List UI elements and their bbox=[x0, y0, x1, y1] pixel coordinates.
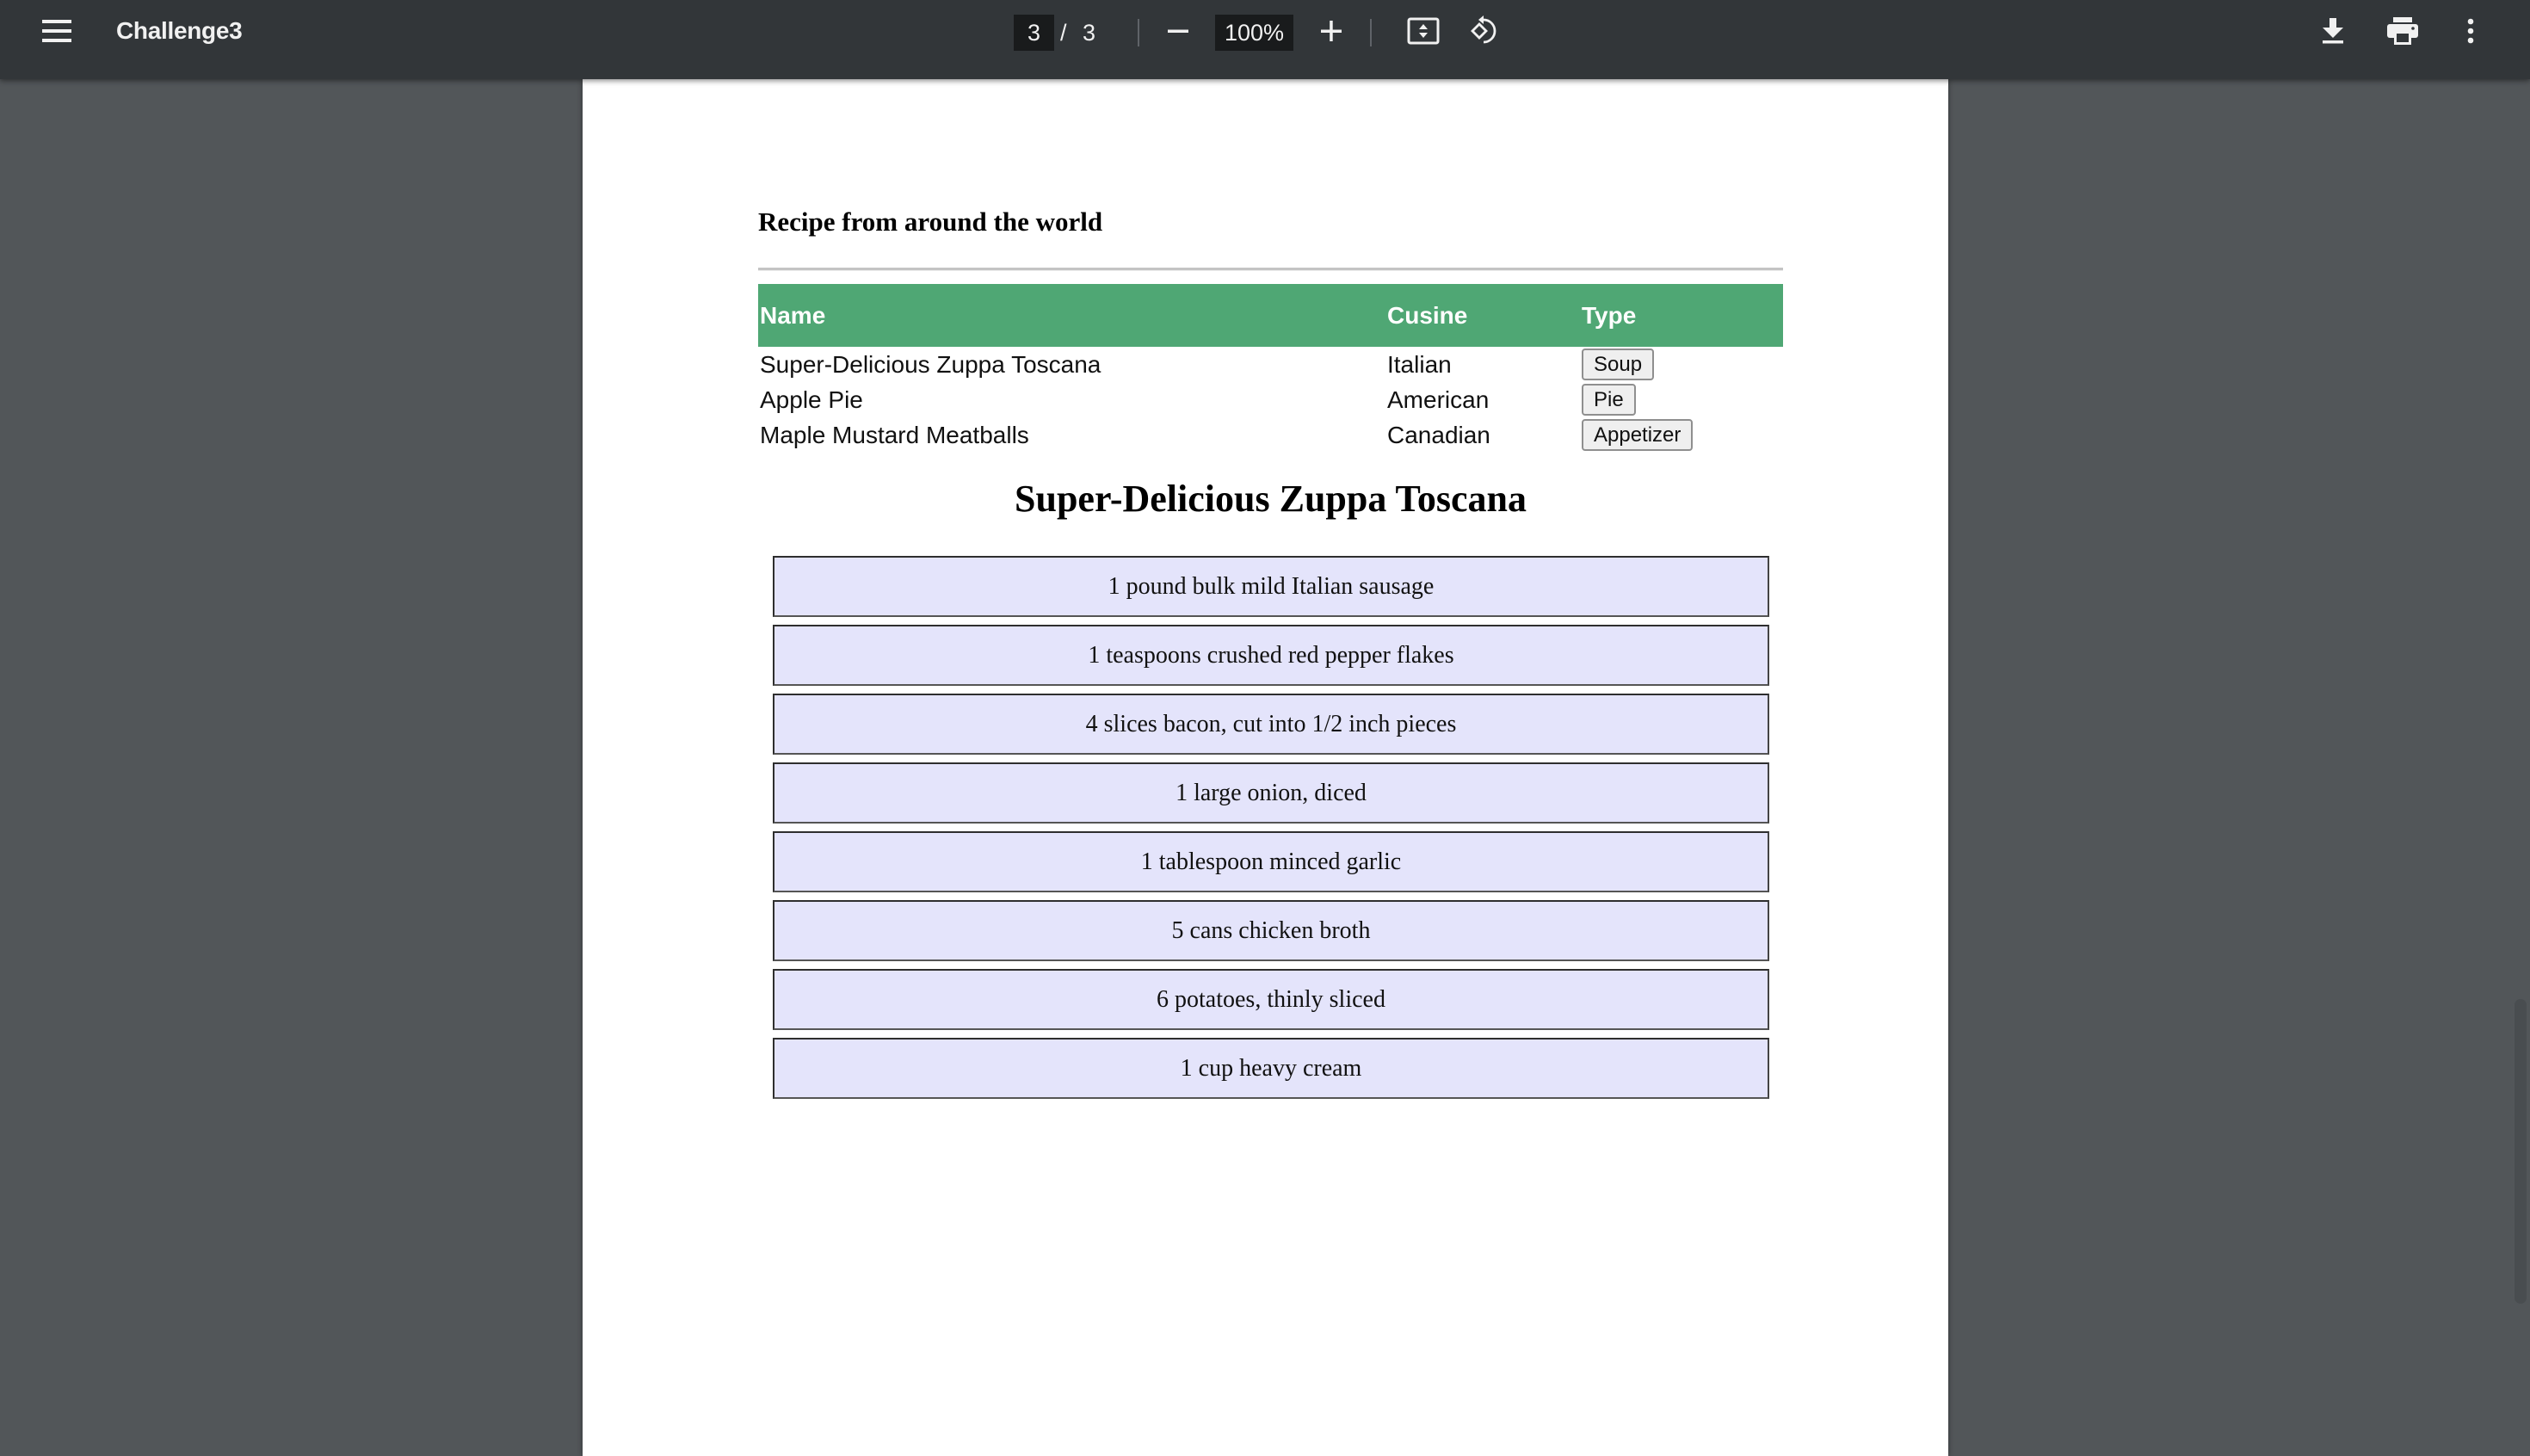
ingredient-item: 1 pound bulk mild Italian sausage bbox=[773, 556, 1769, 617]
zoom-in-button[interactable] bbox=[1307, 7, 1355, 55]
page-number-input[interactable] bbox=[1014, 15, 1054, 51]
table-row: Apple Pie American Pie bbox=[758, 382, 1783, 417]
rotate-button[interactable] bbox=[1460, 7, 1509, 55]
toolbar-divider bbox=[1370, 19, 1372, 46]
rotate-counterclockwise-icon bbox=[1471, 15, 1496, 44]
zoom-out-button[interactable] bbox=[1154, 7, 1202, 55]
minus-icon bbox=[1168, 29, 1188, 33]
download-button[interactable] bbox=[2309, 7, 2357, 55]
download-icon bbox=[2323, 18, 2343, 44]
recipe-title: Super-Delicious Zuppa Toscana bbox=[1015, 478, 1527, 520]
table-row: Super-Delicious Zuppa Toscana Italian So… bbox=[758, 347, 1783, 382]
ingredients-list: 1 pound bulk mild Italian sausage 1 teas… bbox=[773, 556, 1769, 1107]
hamburger-menu-icon bbox=[42, 20, 71, 42]
table-row: Maple Mustard Meatballs Canadian Appetiz… bbox=[758, 417, 1783, 453]
section-title: Recipe from around the world bbox=[758, 207, 1103, 237]
document-title: Challenge3 bbox=[116, 17, 243, 44]
zoom-level-input[interactable] bbox=[1215, 15, 1293, 51]
ingredient-item: 1 teaspoons crushed red pepper flakes bbox=[773, 625, 1769, 686]
type-cell: Pie bbox=[1580, 382, 1783, 417]
recipe-name-cell: Super-Delicious Zuppa Toscana bbox=[760, 350, 1101, 378]
horizontal-rule bbox=[758, 268, 1783, 271]
cuisine-cell: Canadian bbox=[1387, 421, 1490, 448]
ingredient-item: 1 cup heavy cream bbox=[773, 1038, 1769, 1099]
cuisine-cell: Italian bbox=[1387, 350, 1452, 378]
print-icon bbox=[2387, 17, 2418, 45]
cuisine-cell: American bbox=[1387, 386, 1490, 413]
column-header-cuisine: Cusine bbox=[1385, 284, 1580, 347]
toolbar-divider bbox=[1138, 19, 1139, 46]
fit-to-page-button[interactable] bbox=[1399, 7, 1447, 55]
pdf-page: Recipe from around the world Name Cusine… bbox=[583, 79, 1948, 1456]
recipe-name-cell: Apple Pie bbox=[760, 386, 863, 413]
ingredient-item: 6 potatoes, thinly sliced bbox=[773, 969, 1769, 1030]
fit-to-page-icon bbox=[1407, 17, 1440, 45]
menu-button[interactable] bbox=[33, 7, 81, 55]
column-header-name: Name bbox=[758, 284, 1385, 347]
column-header-type: Type bbox=[1580, 284, 1783, 347]
ingredient-item: 4 slices bacon, cut into 1/2 inch pieces bbox=[773, 694, 1769, 755]
type-button-soup[interactable]: Soup bbox=[1582, 349, 1655, 380]
recipe-name-cell: Maple Mustard Meatballs bbox=[760, 421, 1029, 448]
ingredient-item: 1 tablespoon minced garlic bbox=[773, 831, 1769, 892]
more-options-button[interactable] bbox=[2447, 7, 2495, 55]
plus-icon bbox=[1321, 21, 1342, 41]
type-cell: Appetizer bbox=[1580, 417, 1783, 453]
page-separator: / bbox=[1060, 20, 1067, 46]
type-button-pie[interactable]: Pie bbox=[1582, 384, 1636, 416]
type-button-appetizer[interactable]: Appetizer bbox=[1582, 419, 1694, 451]
ingredient-item: 5 cans chicken broth bbox=[773, 900, 1769, 961]
print-button[interactable] bbox=[2379, 7, 2427, 55]
more-vertical-icon bbox=[2467, 18, 2474, 44]
recipes-table: Name Cusine Type Super-Delicious Zuppa T… bbox=[758, 284, 1783, 453]
page-total: 3 bbox=[1083, 20, 1096, 46]
pdf-toolbar: Challenge3 / 3 bbox=[0, 0, 2530, 79]
ingredient-item: 1 large onion, diced bbox=[773, 762, 1769, 824]
type-cell: Soup bbox=[1580, 347, 1783, 382]
table-header-row: Name Cusine Type bbox=[758, 284, 1783, 347]
vertical-scrollbar-thumb[interactable] bbox=[2515, 999, 2527, 1304]
